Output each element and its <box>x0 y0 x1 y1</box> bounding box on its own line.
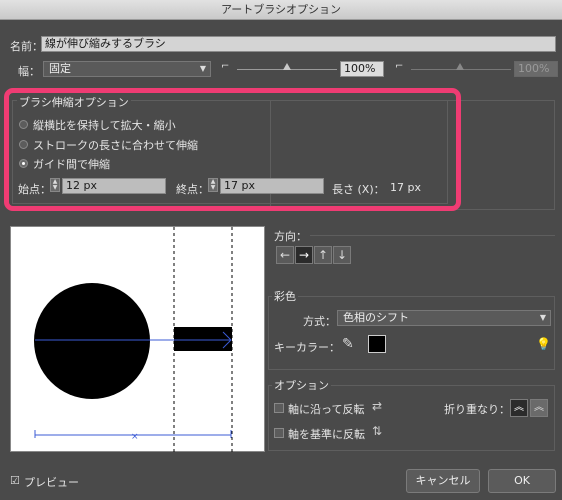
brush-preview-graphic: × <box>34 227 233 453</box>
brush-preview: × <box>10 226 265 453</box>
length-indicator-mark: × <box>131 432 139 442</box>
method-select-value: 色相のシフト <box>343 311 409 324</box>
width-select[interactable]: 固定 ▼ <box>43 61 211 77</box>
key-color-swatch[interactable] <box>368 335 386 353</box>
width-label: 幅： <box>18 65 40 78</box>
overlap-label: 折り重なり： <box>444 403 510 416</box>
chevron-down-icon: ▼ <box>199 64 206 73</box>
direction-left-button[interactable]: ← <box>276 246 294 264</box>
direction-up-button[interactable]: ↑ <box>314 246 332 264</box>
colorization-group <box>268 296 555 370</box>
flip-along-checkbox[interactable] <box>274 403 284 413</box>
flip-across-checkbox[interactable] <box>274 428 284 438</box>
flip-across-label: 軸を基準に反転 <box>288 428 365 441</box>
direction-right-button[interactable]: → <box>295 246 313 264</box>
tip-lightbulb-icon[interactable]: 💡 <box>536 337 551 351</box>
method-select[interactable]: 色相のシフト ▼ <box>337 310 551 326</box>
min-size-icon: ⌐ <box>221 61 230 72</box>
overlap-mode2-button[interactable]: ︽ <box>530 399 548 417</box>
flip-along-label: 軸に沿って反転 <box>288 403 365 416</box>
width-slider-knob[interactable] <box>283 63 291 70</box>
preview-label: プレビュー <box>24 476 79 489</box>
highlight-frame <box>4 88 461 211</box>
direction-down-button[interactable]: ↓ <box>333 246 351 264</box>
width-select-value: 固定 <box>49 62 71 75</box>
colorization-label: 彩色 <box>272 288 298 304</box>
flip-along-icon: ⇄ <box>372 399 383 413</box>
key-color-label: キーカラー： <box>274 341 340 354</box>
width-percent-field[interactable]: 100% <box>340 61 384 77</box>
preview-checkbox[interactable]: ☑ <box>10 474 20 487</box>
method-label: 方式： <box>303 315 336 328</box>
direction-divider <box>310 235 555 236</box>
chevron-down-icon: ▼ <box>539 313 546 322</box>
flip-across-icon: ⇅ <box>372 424 383 438</box>
overlap-mode1-button[interactable]: ︽ <box>510 399 528 417</box>
name-label: 名前： <box>10 40 43 53</box>
width-percent2-field[interactable]: 100% <box>514 61 558 77</box>
direction-label: 方向： <box>274 230 307 243</box>
width-slider2-knob[interactable] <box>456 63 464 70</box>
window-title: アートブラシオプション <box>0 0 562 20</box>
max-size-icon: ⌐ <box>395 61 404 72</box>
eyedropper-icon[interactable]: ✎ <box>342 336 354 352</box>
name-field[interactable]: 線が伸び縮みするブラシ <box>41 36 556 52</box>
preview-circle <box>34 283 150 399</box>
ok-button[interactable]: OK <box>488 469 556 493</box>
options-label: オプション <box>272 377 331 393</box>
cancel-button[interactable]: キャンセル <box>406 469 480 493</box>
